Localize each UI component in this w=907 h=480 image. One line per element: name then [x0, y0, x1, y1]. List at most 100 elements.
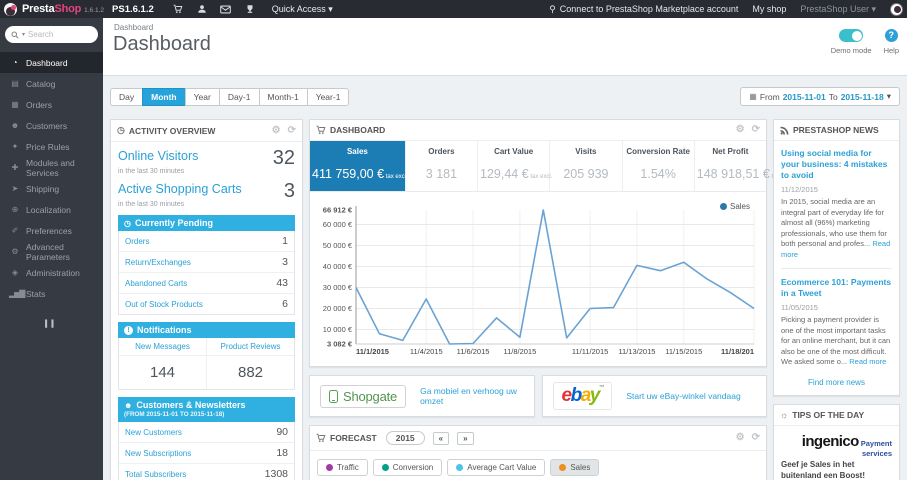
sidebar-menu: ◔ Dashboard ▤ Catalog ▦ Orders ☻ Customers ✦ Pric…: [0, 52, 103, 304]
kpi-title: Conversion Rate: [626, 147, 690, 156]
tab-year-1[interactable]: Year-1: [306, 87, 350, 106]
forecast-toggle-sales[interactable]: Sales: [550, 459, 600, 476]
marketplace-icon: ⚲: [549, 3, 556, 14]
forecast-toggle-average-cart-value[interactable]: Average Cart Value: [447, 459, 546, 476]
sidebar-item-preferences[interactable]: ✐ Preferences: [0, 220, 103, 241]
pending-row[interactable]: Abandoned Carts 43: [119, 272, 294, 293]
news-article-excerpt: In 2015, social media are an integral pa…: [781, 197, 891, 259]
active-carts-link[interactable]: Active Shopping Carts: [118, 182, 242, 196]
tab-year[interactable]: Year: [184, 87, 220, 106]
currently-pending-header: ◷ Currently Pending: [118, 215, 295, 231]
sidebar-item-dashboard[interactable]: ◔ Dashboard: [0, 52, 103, 73]
messages-icon[interactable]: [214, 5, 238, 14]
kpi-conversion-rate[interactable]: Conversion Rate 1.54%: [623, 141, 695, 191]
refresh-icon[interactable]: ⟳: [752, 125, 760, 135]
sidebar-item-orders[interactable]: ▦ Orders: [0, 94, 103, 115]
news-article-title[interactable]: Ecommerce 101: Payments in a Tweet: [781, 277, 892, 299]
customers-row[interactable]: New Subscriptions 18: [119, 442, 294, 463]
sidebar-item-catalog[interactable]: ▤ Catalog: [0, 73, 103, 94]
ebay-logo: ebay™: [552, 382, 613, 410]
customer-icon[interactable]: [190, 4, 214, 14]
forecast-next-button[interactable]: »: [457, 431, 474, 445]
sidebar-item-label: Shipping: [26, 183, 60, 194]
sidebar-search[interactable]: ▾: [5, 26, 98, 43]
online-visitors-link[interactable]: Online Visitors: [118, 149, 198, 163]
tag-icon: ✦: [11, 142, 19, 151]
customers-row[interactable]: Total Subscribers 1308: [119, 463, 294, 480]
pending-row[interactable]: Orders 1: [119, 231, 294, 251]
sidebar-item-shipping[interactable]: ➤ Shipping: [0, 178, 103, 199]
sidebar: ▾ ◔ Dashboard ▤ Catalog ▦ Orders ☻ Customers ✦ Pr…: [0, 18, 103, 480]
trophy-icon[interactable]: [238, 4, 262, 14]
sidebar-item-price-rules[interactable]: ✦ Price Rules: [0, 136, 103, 157]
x-tick-label: 11/18/201: [721, 347, 754, 356]
breadcrumb[interactable]: Dashboard: [103, 18, 907, 32]
gear-icon[interactable]: ⚙: [736, 125, 745, 135]
tab-day[interactable]: Day: [110, 87, 144, 106]
refresh-icon[interactable]: ⟳: [288, 125, 296, 136]
forecast-toggle-traffic[interactable]: Traffic: [317, 459, 368, 476]
shopgate-link[interactable]: Ga mobiel en verhoog uw omzet: [420, 386, 523, 406]
notification-cell-product-reviews[interactable]: Product Reviews 882: [207, 338, 294, 389]
search-scope-caret-icon[interactable]: ▾: [22, 31, 25, 38]
forecast-panel-title: FORECAST: [330, 433, 377, 443]
pending-row[interactable]: Return/Exchanges 3: [119, 251, 294, 272]
forecast-toggle-label: Conversion: [392, 463, 434, 472]
kpi-suffix: tax excl.: [528, 174, 553, 180]
forecast-prev-button[interactable]: «: [432, 431, 450, 445]
demo-mode-toggle[interactable]: [839, 29, 864, 42]
forecast-toggle-conversion[interactable]: Conversion: [372, 459, 443, 476]
date-range-button[interactable]: ▦ From 2015-11-01 To 2015-11-18 ▾: [740, 87, 900, 106]
ebay-banner[interactable]: ebay™ Start uw eBay-winkel vandaag: [541, 375, 767, 417]
kpi-value: 411 759,00 € tax excl.: [312, 167, 408, 181]
customers-row[interactable]: New Customers 90: [119, 422, 294, 442]
shopgate-banner[interactable]: Shopgate Ga mobiel en verhoog uw omzet: [309, 375, 535, 417]
tab-day-1[interactable]: Day-1: [218, 87, 260, 106]
find-more-news-link[interactable]: Find more news: [774, 370, 899, 395]
tab-month[interactable]: Month: [142, 87, 186, 106]
kpi-visits[interactable]: Visits 205 939: [550, 141, 623, 191]
sidebar-collapse-icon[interactable]: ▍▍: [0, 320, 103, 328]
sidebar-item-stats[interactable]: ▂▅▇ Stats: [0, 283, 103, 304]
customers-row-value: 90: [276, 426, 288, 438]
quick-access-menu[interactable]: Quick Access ▾: [272, 4, 333, 15]
clock-icon: ◷: [124, 218, 131, 228]
help-icon[interactable]: ?: [884, 29, 898, 42]
kpi-orders[interactable]: Orders 3 181: [406, 141, 479, 191]
notification-cell-new-messages[interactable]: New Messages 144: [119, 338, 207, 389]
wrench-icon: ✐: [11, 226, 19, 235]
dashboard-panel-title: DASHBOARD: [330, 125, 386, 135]
book-icon: ▤: [11, 79, 19, 88]
sidebar-item-advanced-parameters[interactable]: ⚙ Advanced Parameters: [0, 241, 103, 262]
kpi-net-profit[interactable]: Net Profit148 918,51 € tax excl.: [695, 141, 794, 191]
pending-row-label: Return/Exchanges: [125, 257, 191, 267]
marketplace-link[interactable]: ⚲ Connect to PrestaShop Marketplace accou…: [549, 4, 738, 15]
sidebar-item-localization[interactable]: ⊕ Localization: [0, 199, 103, 220]
kpi-cart-value[interactable]: Cart Value 129,44 € tax excl.: [478, 141, 553, 191]
sidebar-item-administration[interactable]: ◈ Administration: [0, 262, 103, 283]
news-article-title[interactable]: Using social media for your business: 4 …: [781, 148, 892, 181]
sidebar-item-customers[interactable]: ☻ Customers: [0, 115, 103, 136]
my-shop-link[interactable]: My shop: [752, 4, 786, 14]
refresh-icon[interactable]: ⟳: [752, 433, 760, 443]
notification-label: Product Reviews: [207, 338, 294, 356]
date-from: 2015-11-01: [782, 91, 826, 102]
pending-row[interactable]: Out of Stock Products 6: [119, 293, 294, 314]
notification-value: 144: [149, 364, 176, 381]
card-icon: ▦: [11, 100, 19, 109]
ebay-link[interactable]: Start uw eBay-winkel vandaag: [626, 391, 740, 401]
x-tick-label: 11/6/2015: [457, 347, 490, 356]
gear-icon[interactable]: ⚙: [736, 433, 745, 443]
read-more-link[interactable]: Read more: [781, 239, 890, 259]
gear-icon[interactable]: ⚙: [272, 125, 281, 136]
kpi-sales[interactable]: Sales 411 759,00 € tax excl.: [310, 141, 408, 191]
search-input[interactable]: [28, 30, 83, 39]
cart-icon[interactable]: [166, 4, 190, 14]
news-separator: [781, 268, 892, 270]
kpi-value: 205 939: [563, 167, 609, 181]
tab-month-1[interactable]: Month-1: [258, 87, 308, 106]
user-menu[interactable]: PrestaShop User ▾: [800, 4, 876, 15]
sidebar-item-modules-and-services[interactable]: ✚ Modules and Services: [0, 157, 103, 178]
user-avatar[interactable]: [890, 2, 903, 16]
read-more-link[interactable]: Read more: [849, 357, 886, 366]
